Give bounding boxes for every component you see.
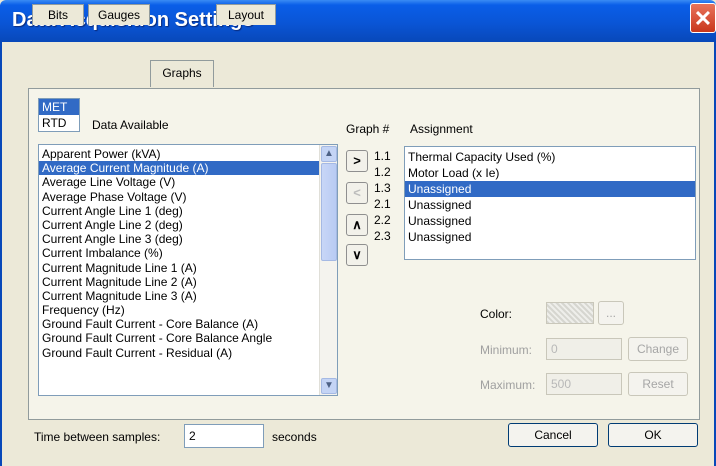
ok-button[interactable]: OK [608, 423, 698, 447]
assignment-row[interactable]: Unassigned [405, 181, 695, 197]
tab-layout[interactable]: Layout [216, 4, 276, 25]
list-item[interactable]: Ground Fault Current - Residual (A) [39, 346, 321, 360]
graph-number: 1.3 [374, 181, 391, 195]
scroll-down-icon[interactable]: ▼ [321, 378, 337, 394]
list-item[interactable]: Current Magnitude Line 3 (A) [39, 289, 321, 303]
cancel-button[interactable]: Cancel [508, 423, 598, 447]
assignment-row[interactable]: Motor Load (x Ie) [405, 165, 695, 181]
list-item[interactable]: Apparent Power (kVA) [39, 147, 321, 161]
graph-number: 1.2 [374, 165, 391, 179]
scroll-up-icon[interactable]: ▲ [321, 146, 337, 162]
vertical-scrollbar[interactable]: ▲ ▼ [319, 145, 337, 395]
list-item[interactable]: Ground Fault Current - Core Balance (A) [39, 317, 321, 331]
remove-from-graph-button[interactable]: < [346, 182, 368, 204]
scroll-thumb[interactable] [321, 163, 337, 261]
maximum-label: Maximum: [480, 378, 536, 392]
graph-number: 1.1 [374, 149, 391, 163]
graph-number: 2.2 [374, 213, 391, 227]
list-item[interactable]: Current Imbalance (%) [39, 246, 321, 260]
change-button[interactable]: Change [628, 337, 688, 361]
minimum-field[interactable]: 0 [546, 338, 622, 360]
list-item[interactable]: Average Current Magnitude (A) [39, 161, 321, 176]
category-rtd[interactable]: RTD [39, 115, 79, 131]
assignment-row[interactable]: Unassigned [405, 213, 695, 229]
add-to-graph-button[interactable]: > [346, 150, 368, 172]
data-available-header: Data Available [92, 118, 169, 132]
assignment-row[interactable]: Unassigned [405, 229, 695, 245]
maximum-field[interactable]: 500 [546, 373, 622, 395]
list-item[interactable]: Average Phase Voltage (V) [39, 190, 321, 204]
assignment-list[interactable]: Thermal Capacity Used (%) Motor Load (x … [404, 146, 696, 260]
tab-graphs[interactable]: Graphs [150, 60, 214, 87]
list-item[interactable]: Current Magnitude Line 1 (A) [39, 261, 321, 275]
list-item[interactable]: Average Line Voltage (V) [39, 175, 321, 189]
category-list[interactable]: MET RTD [38, 98, 80, 132]
samples-unit-label: seconds [272, 430, 317, 444]
category-met[interactable]: MET [39, 99, 79, 115]
color-picker-button[interactable]: ... [598, 301, 624, 325]
graph-number-header: Graph # [346, 122, 390, 136]
list-item[interactable]: Current Angle Line 2 (deg) [39, 218, 321, 232]
graph-number: 2.1 [374, 197, 391, 211]
move-up-button[interactable]: ∧ [346, 214, 368, 236]
data-available-list[interactable]: Apparent Power (kVA) Average Current Mag… [38, 144, 338, 396]
samples-label: Time between samples: [34, 430, 161, 444]
color-label: Color: [480, 307, 513, 321]
samples-interval-input[interactable]: 2 [184, 424, 264, 448]
color-swatch[interactable] [546, 302, 594, 324]
move-down-button[interactable]: ∨ [346, 244, 368, 266]
list-item[interactable]: Current Angle Line 3 (deg) [39, 232, 321, 246]
list-item[interactable]: Current Magnitude Line 2 (A) [39, 275, 321, 289]
close-button[interactable]: ✕ [690, 3, 716, 33]
assignment-header: Assignment [410, 122, 473, 136]
minimum-label: Minimum: [480, 343, 533, 357]
list-item[interactable]: Current Angle Line 1 (deg) [39, 204, 321, 218]
list-item[interactable]: Frequency (Hz) [39, 303, 321, 317]
assignment-row[interactable]: Thermal Capacity Used (%) [405, 149, 695, 165]
tab-bits[interactable]: Bits [32, 4, 84, 25]
graph-number: 2.3 [374, 229, 391, 243]
reset-button[interactable]: Reset [628, 372, 688, 396]
tab-gauges[interactable]: Gauges [88, 4, 150, 25]
list-item[interactable]: Ground Fault Current - Core Balance Angl… [39, 331, 321, 345]
assignment-row[interactable]: Unassigned [405, 197, 695, 213]
